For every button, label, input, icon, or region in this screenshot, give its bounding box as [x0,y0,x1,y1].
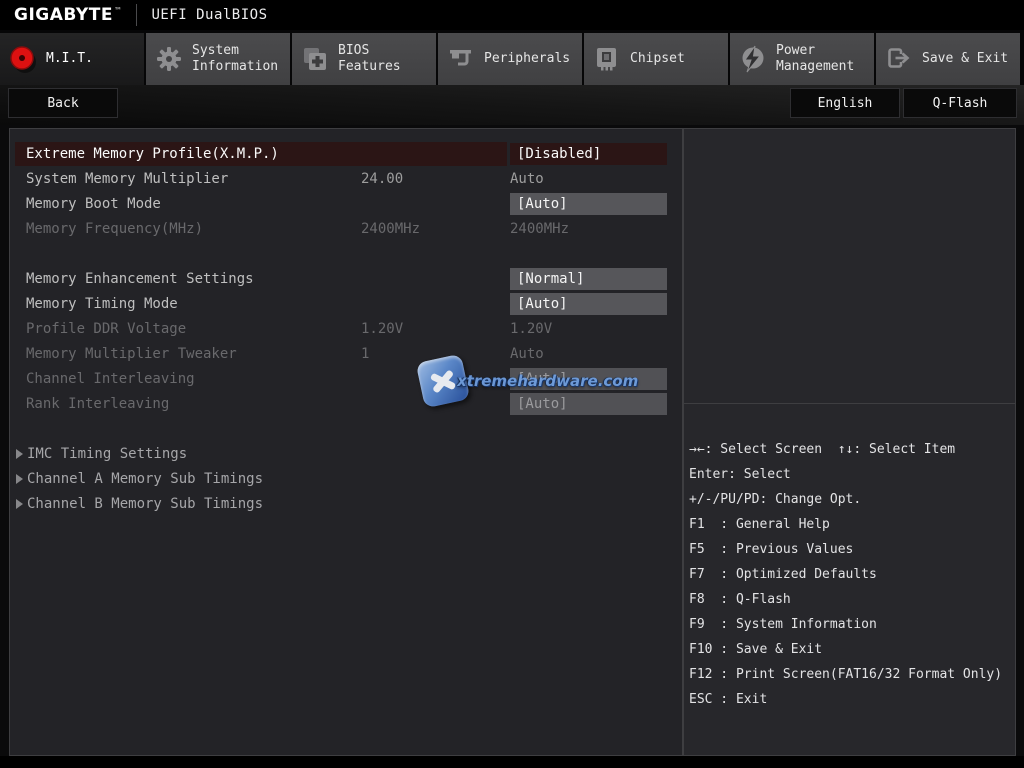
tab-label: M.I.T. [46,51,93,67]
setting-label: Rank Interleaving [26,396,169,412]
setting-label: Extreme Memory Profile(X.M.P.) [26,146,279,162]
tab-bar: M.I.T. System Information BIOS Features Per… [0,30,1024,85]
setting-row-memory-timing-mode[interactable]: Memory Timing Mode [Auto] [10,292,682,317]
tab-label: Power Management [776,43,874,75]
tab-label: BIOS Features [338,43,436,75]
tab-system-information[interactable]: System Information [146,33,290,85]
title-bar: GIGABYTE™ UEFI DualBIOS [0,0,1024,30]
tab-power-management[interactable]: Power Management [730,33,874,85]
submenu-row-channel-b-memory-sub-timings[interactable]: Channel B Memory Sub Timings [10,492,682,517]
help-line-3: F1 : General Help [689,512,1015,537]
mit-red-dot-icon [7,44,39,74]
submenu-row-imc-timing-settings[interactable]: IMC Timing Settings [10,442,682,467]
help-line-2: +/-/PU/PD: Change Opt. [689,487,1015,512]
setting-label: Memory Multiplier Tweaker [26,346,237,362]
gear-icon [153,46,185,72]
setting-current-value: 24.00 [361,171,403,187]
help-line-8: F10 : Save & Exit [689,637,1015,662]
setting-value: [Auto] [510,393,667,415]
setting-label: Profile DDR Voltage [26,321,186,337]
setting-current-value: 1 [361,346,369,362]
tab-label: Peripherals [484,51,570,67]
setting-value: 1.20V [510,321,552,337]
power-bolt-icon [737,45,769,73]
tab-label: Chipset [630,51,685,67]
help-line-10: ESC : Exit [689,687,1015,712]
toolbar: Back English Q-Flash [0,85,1024,125]
back-button[interactable]: Back [8,88,118,118]
setting-label: Memory Boot Mode [26,196,161,212]
tab-bios-features[interactable]: BIOS Features [292,33,436,85]
setting-current-value: 2400MHz [361,221,420,237]
setting-row-memory-frequency-mhz: Memory Frequency(MHz) 2400MHz 2400MHz [10,217,682,242]
expand-arrow-icon [16,474,23,484]
peripherals-icon [445,46,477,72]
settings-panel: Extreme Memory Profile(X.M.P.) [Disabled]… [9,128,683,756]
setting-row-memory-enhancement-settings[interactable]: Memory Enhancement Settings [Normal] [10,267,682,292]
tab-label: Save & Exit [922,51,1008,67]
keys-help-panel: →←: Select Screen ↑↓: Select ItemEnter: … [683,403,1016,756]
tab-label: System Information [192,43,290,75]
setting-row-profile-ddr-voltage: Profile DDR Voltage 1.20V 1.20V [10,317,682,342]
setting-value[interactable]: [Auto] [510,193,667,215]
setting-current-value: 1.20V [361,321,403,337]
chipset-icon [591,46,623,72]
submenu-label: Channel B Memory Sub Timings [27,496,263,512]
trademark-symbol: ™ [114,6,123,15]
setting-value[interactable]: [Auto] [510,293,667,315]
tab-peripherals[interactable]: Peripherals [438,33,582,85]
help-line-7: F9 : System Information [689,612,1015,637]
help-line-6: F8 : Q-Flash [689,587,1015,612]
setting-label: Memory Timing Mode [26,296,178,312]
bios-chip-icon [299,46,331,72]
setting-value: [Auto] [510,368,667,390]
submenu-label: IMC Timing Settings [27,446,187,462]
help-line-5: F7 : Optimized Defaults [689,562,1015,587]
submenu-row-channel-a-memory-sub-timings[interactable]: Channel A Memory Sub Timings [10,467,682,492]
help-line-0: →←: Select Screen ↑↓: Select Item [689,437,1015,462]
setting-row-memory-multiplier-tweaker: Memory Multiplier Tweaker 1 Auto [10,342,682,367]
tab-chipset[interactable]: Chipset [584,33,728,85]
setting-row-rank-interleaving: Rank Interleaving [Auto] [10,392,682,417]
qflash-button[interactable]: Q-Flash [903,88,1017,118]
header-divider [136,4,137,26]
setting-row-system-memory-multiplier[interactable]: System Memory Multiplier 24.00 Auto [10,167,682,192]
help-line-1: Enter: Select [689,462,1015,487]
gigabyte-logo: GIGABYTE™ [14,5,122,25]
item-help-panel [683,128,1016,404]
setting-value[interactable]: [Normal] [510,268,667,290]
setting-label: System Memory Multiplier [26,171,228,187]
expand-arrow-icon [16,449,23,459]
language-button[interactable]: English [790,88,900,118]
setting-value[interactable]: [Disabled] [510,143,667,165]
help-line-4: F5 : Previous Values [689,537,1015,562]
setting-row-memory-boot-mode[interactable]: Memory Boot Mode [Auto] [10,192,682,217]
help-line-9: F12 : Print Screen(FAT16/32 Format Only) [689,662,1015,687]
bottom-strip [0,756,1024,768]
setting-value[interactable]: Auto [510,171,544,187]
setting-row-channel-interleaving: Channel Interleaving [Auto] [10,367,682,392]
page-title: UEFI DualBIOS [151,7,267,23]
expand-arrow-icon [16,499,23,509]
setting-row-extreme-memory-profile-x-m-p[interactable]: Extreme Memory Profile(X.M.P.) [Disabled] [10,142,682,167]
setting-value: Auto [510,346,544,362]
submenu-label: Channel A Memory Sub Timings [27,471,263,487]
save-exit-icon [883,46,915,72]
setting-value: 2400MHz [510,221,569,237]
bios-screen: GIGABYTE™ UEFI DualBIOS M.I.T. System Inf… [0,0,1024,768]
setting-label: Memory Enhancement Settings [26,271,254,287]
tab-m-i-t[interactable]: M.I.T. [0,33,144,85]
tab-save-exit[interactable]: Save & Exit [876,33,1020,85]
setting-label: Memory Frequency(MHz) [26,221,203,237]
setting-label: Channel Interleaving [26,371,195,387]
